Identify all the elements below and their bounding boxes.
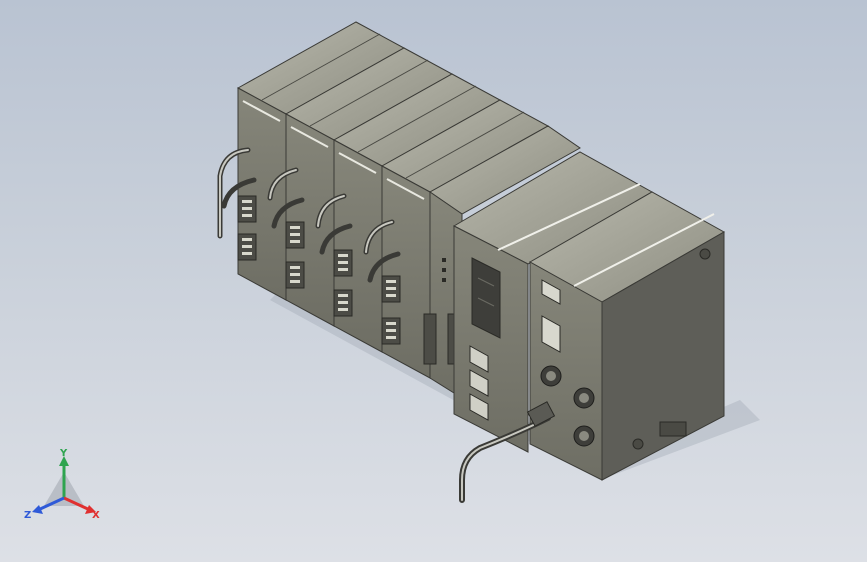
x-axis-label: X <box>92 510 100 521</box>
z-axis-label: Z <box>24 510 31 521</box>
axis-triad: Y X Z <box>24 448 100 521</box>
led-indicator <box>442 268 446 272</box>
led-indicator <box>442 258 446 262</box>
connector-port[interactable] <box>469 345 489 421</box>
plc-rack-assembly[interactable] <box>0 0 867 562</box>
y-axis-label: Y <box>59 448 68 459</box>
led-indicator <box>442 278 446 282</box>
cad-viewport[interactable]: Y X Z <box>0 0 867 562</box>
